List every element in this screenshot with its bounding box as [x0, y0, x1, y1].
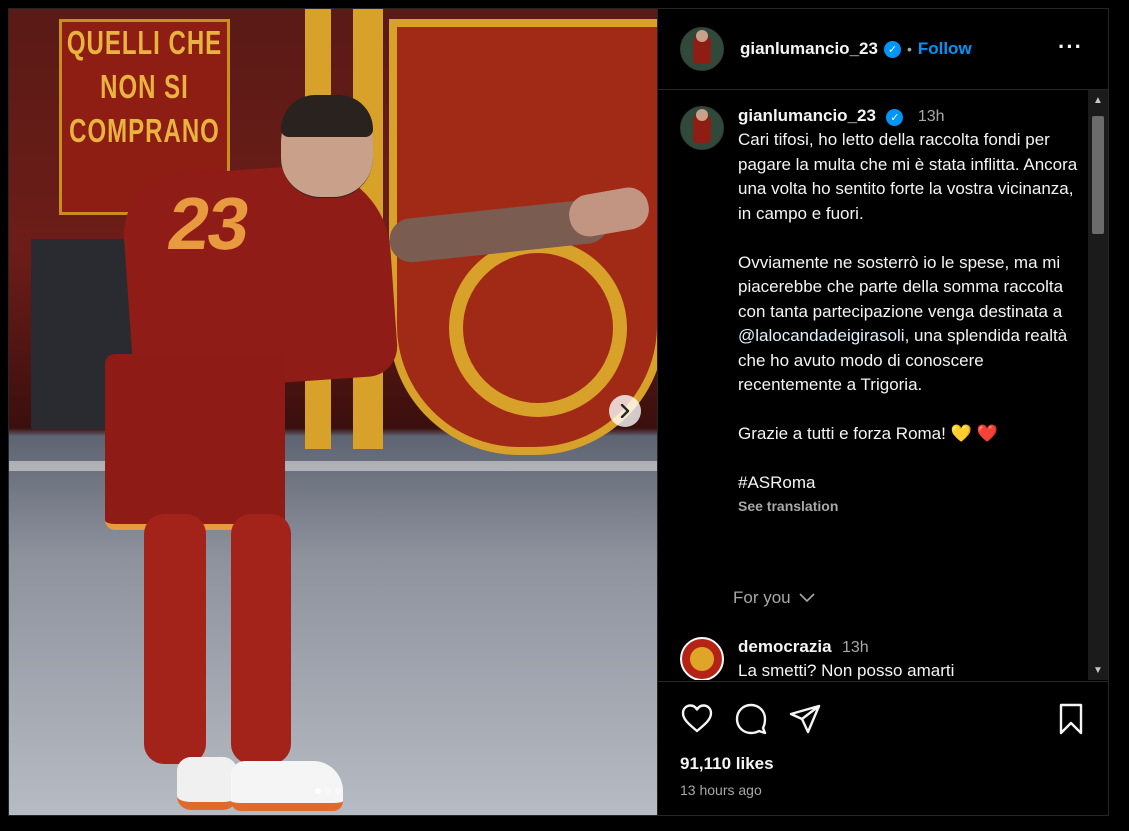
caption-username[interactable]: gianlumancio_23 [738, 106, 876, 125]
likes-count[interactable]: 91,110 likes [680, 754, 774, 774]
more-options-icon[interactable]: ··· [1058, 36, 1083, 58]
scroll-up-arrow-icon[interactable]: ▲ [1088, 90, 1108, 110]
mention-link[interactable]: @lalocandadeigirasoli [738, 326, 905, 345]
verified-badge-icon: ✓ [886, 109, 904, 126]
caption-time: 13h [917, 108, 945, 125]
carousel-dots [315, 788, 341, 794]
caption: gianlumancio_23 ✓ 13h Cari tifosi, ho le… [680, 106, 1078, 514]
scroll-down-arrow-icon[interactable]: ▼ [1088, 660, 1108, 680]
carousel-next-button[interactable] [609, 395, 641, 427]
post-header: gianlumancio_23 ✓ • Follow ··· [658, 9, 1108, 90]
comment-button[interactable] [734, 702, 768, 736]
comments-section[interactable]: gianlumancio_23 ✓ 13h Cari tifosi, ho le… [658, 90, 1088, 680]
post-actions: 91,110 likes 13 hours ago [658, 681, 1108, 815]
follow-button[interactable]: Follow [918, 39, 972, 59]
scroll-thumb[interactable] [1092, 116, 1104, 234]
save-button[interactable] [1054, 702, 1088, 736]
comment-item: democrazia 13h La smetti? Non posso amar… [680, 637, 954, 680]
like-button[interactable] [680, 702, 714, 736]
avatar[interactable] [680, 106, 724, 150]
post-image[interactable]: QUELLI CHE NON SI COMPRANO 23 [9, 9, 657, 815]
heart-icon [681, 704, 713, 733]
see-translation-link[interactable]: See translation [738, 498, 1078, 514]
carousel-dot [325, 788, 331, 794]
post-modal: QUELLI CHE NON SI COMPRANO 23 gianlumanc… [8, 8, 1109, 816]
avatar[interactable] [680, 637, 724, 680]
carousel-dot [335, 788, 341, 794]
caption-text: Cari tifosi, ho letto della raccolta fon… [738, 130, 1078, 492]
bookmark-icon [1059, 703, 1083, 735]
comment-text: La smetti? Non posso amarti [738, 661, 955, 680]
comment-time: 13h [842, 639, 869, 656]
avatar[interactable] [680, 27, 724, 71]
comments-scrollbar[interactable]: ▲ ▼ [1088, 90, 1108, 680]
post-side-panel: gianlumancio_23 ✓ • Follow ··· gianluman… [657, 9, 1108, 815]
send-paper-plane-icon [789, 704, 821, 734]
chevron-down-icon [799, 593, 815, 603]
jersey-number: 23 [163, 182, 254, 265]
header-username[interactable]: gianlumancio_23 [740, 39, 878, 59]
post-timestamp[interactable]: 13 hours ago [680, 782, 762, 798]
separator-dot: • [906, 41, 912, 57]
verified-badge-icon: ✓ [883, 40, 901, 58]
for-you-dropdown[interactable]: For you [733, 588, 815, 608]
comment-bubble-icon [735, 703, 767, 735]
carousel-dot [315, 788, 321, 794]
comment-username[interactable]: democrazia [738, 637, 832, 656]
share-button[interactable] [788, 702, 822, 736]
chevron-right-icon [620, 404, 630, 418]
